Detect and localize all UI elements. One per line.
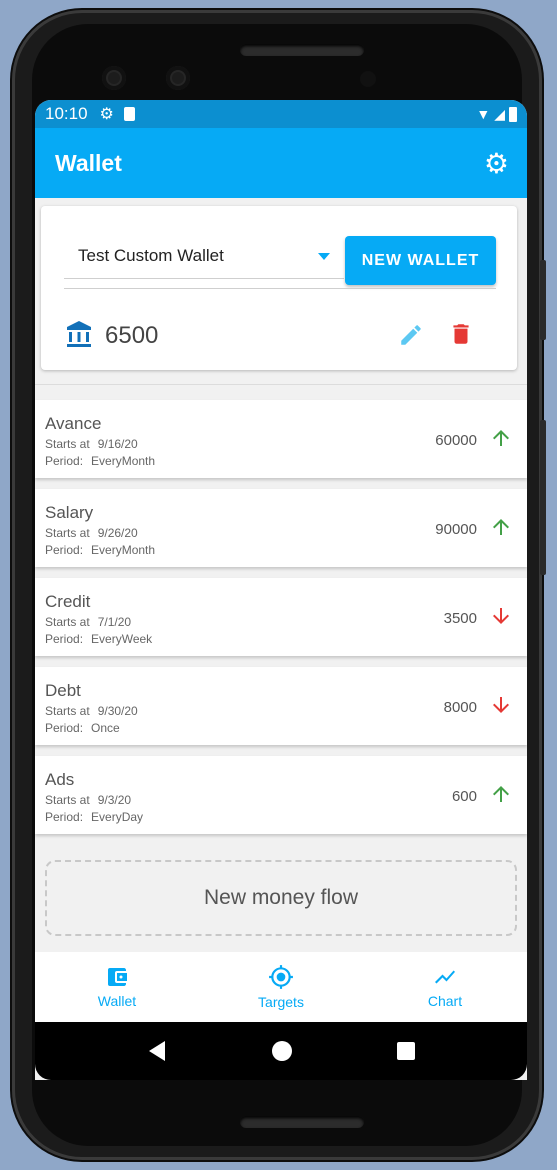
start-label: Starts at <box>45 526 90 540</box>
list-item[interactable]: Debt Starts at 9/30/20 Period: Once 8000 <box>35 667 527 745</box>
top-speaker <box>240 44 364 56</box>
list-item[interactable]: Credit Starts at 7/1/20 Period: EveryWeek … <box>35 578 527 656</box>
card-list-divider <box>35 384 527 385</box>
bottom-navigation: Wallet Targets Chart <box>35 952 527 1022</box>
flow-amount: 3500 <box>443 610 477 627</box>
flow-start: Starts at 9/16/20 <box>45 437 138 451</box>
power-button <box>540 260 546 340</box>
wallet-icon <box>108 968 127 986</box>
flow-name: Debt <box>45 681 81 700</box>
period-label: Period: <box>45 810 84 824</box>
period-value: EveryMonth <box>91 543 156 557</box>
money-flow-list: Avance Starts at 9/16/20 Period: EveryMont… <box>35 400 527 845</box>
period-value: EveryDay <box>91 810 144 824</box>
flow-amount: 60000 <box>435 432 477 449</box>
flow-start: Starts at 7/1/20 <box>45 615 131 629</box>
list-item[interactable]: Ads Starts at 9/3/20 Period: EveryDay 600 <box>35 756 527 834</box>
nav-wallet-label: Wallet <box>97 993 137 1009</box>
edit-wallet-pencil-icon[interactable] <box>398 322 424 353</box>
period-label: Period: <box>45 721 84 735</box>
new-money-flow-button[interactable]: New money flow <box>45 860 517 936</box>
nav-wallet[interactable]: Wallet <box>35 952 199 1022</box>
wallet-dropdown-value: Test Custom Wallet <box>78 246 224 265</box>
period-value: EveryWeek <box>91 632 153 646</box>
arrow-down-icon <box>493 697 509 713</box>
home-icon[interactable] <box>271 1041 292 1061</box>
start-label: Starts at <box>45 615 90 629</box>
list-item[interactable]: Avance Starts at 9/16/20 Period: EveryMont… <box>35 400 527 478</box>
nav-chart-label: Chart <box>427 993 463 1009</box>
wallet-dropdown[interactable]: Test Custom Wallet <box>64 234 344 279</box>
front-camera-1 <box>102 66 126 90</box>
flow-name: Salary <box>45 503 94 522</box>
period-value: Once <box>91 721 120 735</box>
volume-button <box>540 420 546 575</box>
page-title: Wallet <box>55 149 122 176</box>
flow-amount: 600 <box>451 788 477 805</box>
start-date: 9/3/20 <box>97 793 132 807</box>
start-date: 9/30/20 <box>97 704 138 718</box>
start-label: Starts at <box>45 437 90 451</box>
status-bar: 10:10 ⚙ ▼ ◢ <box>35 100 527 128</box>
arrow-up-icon <box>493 786 509 802</box>
bank-icon <box>66 320 92 355</box>
flow-period: Period: EveryWeek <box>45 632 152 646</box>
arrow-up-icon <box>493 519 509 535</box>
arrow-down-icon <box>493 608 509 624</box>
chart-icon <box>435 970 455 984</box>
start-label: Starts at <box>45 704 90 718</box>
flow-period: Period: Once <box>45 721 120 735</box>
flow-start: Starts at 9/26/20 <box>45 526 138 540</box>
flow-period: Period: EveryDay <box>45 810 143 824</box>
flow-period: Period: EveryMonth <box>45 543 155 557</box>
start-label: Starts at <box>45 793 90 807</box>
period-value: EveryMonth <box>91 454 156 468</box>
start-date: 9/16/20 <box>97 437 138 451</box>
flow-period: Period: EveryMonth <box>45 454 155 468</box>
flow-start: Starts at 9/3/20 <box>45 793 131 807</box>
list-item[interactable]: Salary Starts at 9/26/20 Period: EveryMont… <box>35 489 527 567</box>
flow-start: Starts at 9/30/20 <box>45 704 138 718</box>
start-date: 7/1/20 <box>97 615 132 629</box>
flow-amount: 90000 <box>435 521 477 538</box>
nav-targets-label: Targets <box>258 994 304 1010</box>
period-label: Period: <box>45 454 84 468</box>
period-label: Period: <box>45 632 84 646</box>
sensor <box>360 71 376 87</box>
new-wallet-button[interactable]: NEW WALLET <box>345 236 496 285</box>
app-bar: Wallet ⚙ <box>35 128 527 198</box>
recents-icon[interactable] <box>396 1042 415 1060</box>
battery-icon <box>509 106 517 122</box>
nav-targets[interactable]: Targets <box>199 952 363 1022</box>
chevron-down-icon <box>318 252 330 260</box>
period-label: Period: <box>45 543 84 557</box>
flow-name: Credit <box>45 592 91 611</box>
wifi-icon: ▼ <box>476 106 491 122</box>
settings-gear-icon[interactable]: ⚙ <box>484 147 509 180</box>
flow-amount: 8000 <box>443 699 477 716</box>
arrow-up-icon <box>493 430 509 446</box>
bottom-speaker <box>240 1116 364 1128</box>
delete-wallet-trash-icon[interactable] <box>448 320 474 353</box>
flow-name: Avance <box>45 414 102 433</box>
target-icon <box>269 965 293 989</box>
system-navigation-bar <box>35 1022 527 1080</box>
nav-chart[interactable]: Chart <box>363 952 527 1022</box>
signal-icon: ◢ <box>494 105 505 122</box>
settings-status-icon: ⚙ <box>99 106 114 123</box>
back-icon[interactable] <box>147 1040 167 1062</box>
wallet-divider <box>64 288 496 289</box>
start-date: 9/26/20 <box>97 526 138 540</box>
wallet-balance: 6500 <box>105 322 159 349</box>
flow-name: Ads <box>45 770 75 789</box>
sdcard-status-icon <box>123 107 135 121</box>
front-camera-2 <box>166 66 190 90</box>
status-time: 10:10 <box>45 104 88 123</box>
